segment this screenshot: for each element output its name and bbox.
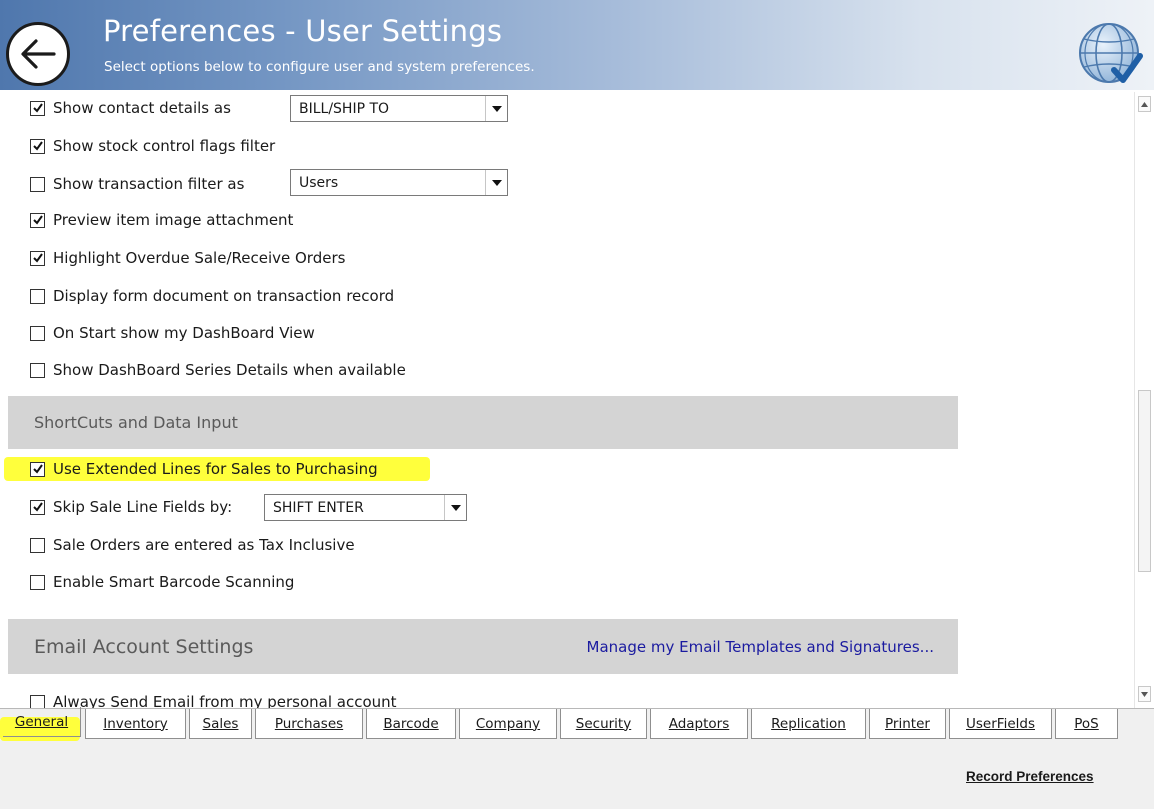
tab-general[interactable]: General [3,707,81,737]
transaction-filter-select[interactable]: Users [290,169,508,196]
option-tax-inclusive[interactable]: Sale Orders are entered as Tax Inclusive [30,533,355,557]
dropdown-arrow-icon[interactable] [444,495,466,520]
dropdown-arrow-icon[interactable] [485,96,507,121]
tab-purchases[interactable]: Purchases [255,709,363,739]
select-value: SHIFT ENTER [273,499,364,516]
record-preferences-button[interactable]: Record Preferences [966,769,1094,784]
check-icon [32,464,43,474]
tab-printer[interactable]: Printer [869,709,946,739]
check-icon [32,141,43,151]
checkbox[interactable] [30,138,45,154]
option-smart-barcode[interactable]: Enable Smart Barcode Scanning [30,570,294,594]
scroll-up-icon[interactable] [1138,96,1151,112]
select-value: BILL/SHIP TO [299,100,390,117]
option-label: Display form document on transaction rec… [53,287,395,305]
scrollbar-thumb[interactable] [1138,390,1151,572]
checkbox[interactable] [30,176,45,192]
section-title: ShortCuts and Data Input [34,413,238,432]
section-header-email: Email Account Settings Manage my Email T… [8,619,958,674]
tab-replication[interactable]: Replication [751,709,866,739]
checkbox[interactable] [30,362,45,378]
option-label: On Start show my DashBoard View [53,324,315,342]
option-show-contact-details[interactable]: Show contact details as [30,96,231,120]
section-header-shortcuts: ShortCuts and Data Input [8,396,958,449]
page-subtitle: Select options below to configure user a… [104,59,535,75]
checkbox[interactable] [30,537,45,553]
tab-sales[interactable]: Sales [189,709,252,739]
tab-pos[interactable]: PoS [1055,709,1118,739]
dropdown-arrow-icon[interactable] [485,170,507,195]
option-label: Show DashBoard Series Details when avail… [53,361,406,379]
option-label: Always Send Email from my personal accou… [53,693,397,708]
option-preview-item-image[interactable]: Preview item image attachment [30,208,293,232]
page-header: Preferences - User Settings Select optio… [0,0,1154,90]
preferences-panel: Show contact details as BILL/SHIP TO Sho… [0,90,1134,708]
checkbox[interactable] [30,499,45,515]
option-label: Highlight Overdue Sale/Receive Orders [53,249,346,267]
select-value: Users [299,174,339,191]
option-skip-sale-line[interactable]: Skip Sale Line Fields by: [30,495,232,519]
option-label: Preview item image attachment [53,211,294,229]
option-show-stock-control-flags[interactable]: Show stock control flags filter [30,134,275,158]
option-label: Sale Orders are entered as Tax Inclusive [53,536,355,554]
skip-sale-line-select[interactable]: SHIFT ENTER [264,494,467,521]
checkbox[interactable] [30,694,45,708]
checkbox[interactable] [30,574,45,590]
option-start-dashboard[interactable]: On Start show my DashBoard View [30,321,315,345]
scroll-down-icon[interactable] [1138,686,1151,702]
option-label: Show transaction filter as [53,175,245,193]
tab-adaptors[interactable]: Adaptors [650,709,748,739]
checkbox[interactable] [30,212,45,228]
option-label: Enable Smart Barcode Scanning [53,573,295,591]
contact-details-select[interactable]: BILL/SHIP TO [290,95,508,122]
check-icon [32,103,43,113]
tab-userfields[interactable]: UserFields [949,709,1052,739]
checkbox[interactable] [30,288,45,304]
checkbox[interactable] [30,461,45,477]
check-icon [32,253,43,263]
section-title: Email Account Settings [34,635,254,658]
option-display-form-document[interactable]: Display form document on transaction rec… [30,284,394,308]
option-highlight-overdue[interactable]: Highlight Overdue Sale/Receive Orders [30,246,345,270]
check-icon [32,502,43,512]
check-icon [32,215,43,225]
tab-barcode[interactable]: Barcode [366,709,456,739]
back-button[interactable] [6,22,70,86]
option-send-personal-email[interactable]: Always Send Email from my personal accou… [30,690,397,708]
tab-company[interactable]: Company [459,709,557,739]
tab-security[interactable]: Security [560,709,647,739]
option-label: Skip Sale Line Fields by: [53,498,233,516]
option-label: Show contact details as [53,99,231,117]
arrow-left-icon [21,39,56,69]
checkbox[interactable] [30,250,45,266]
checkbox[interactable] [30,325,45,341]
checkbox[interactable] [30,100,45,116]
manage-email-templates-link[interactable]: Manage my Email Templates and Signatures… [587,638,935,656]
vertical-scrollbar[interactable] [1134,92,1154,708]
option-show-transaction-filter[interactable]: Show transaction filter as [30,172,244,196]
option-extended-lines[interactable]: Use Extended Lines for Sales to Purchasi… [30,457,378,481]
option-dashboard-series[interactable]: Show DashBoard Series Details when avail… [30,358,406,382]
page-title: Preferences - User Settings [103,14,503,48]
option-label: Show stock control flags filter [53,137,276,155]
globe-check-icon [1079,23,1143,83]
option-label: Use Extended Lines for Sales to Purchasi… [53,460,378,478]
tab-inventory[interactable]: Inventory [85,709,186,739]
